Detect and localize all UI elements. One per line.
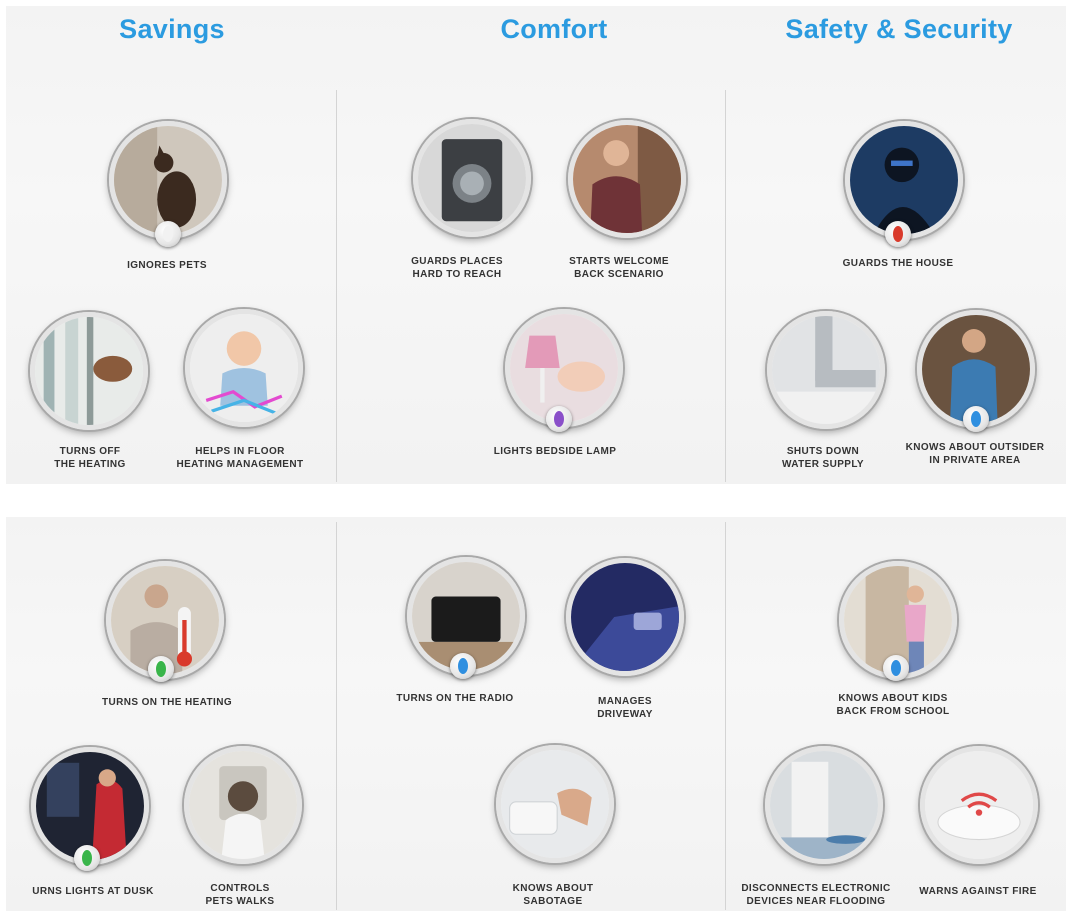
caption-bedside-lamp: LIGHTS BEDSIDE LAMP <box>493 446 617 457</box>
caption-water-supply: SHUTS DOWN WATER SUPPLY <box>781 446 865 470</box>
caption-driveway: MANAGES DRIVEWAY <box>597 696 653 720</box>
caption-lights-dusk: URNS LIGHTS AT DUSK <box>32 886 154 897</box>
divider <box>725 522 726 910</box>
caption-guards-house: GUARDS THE HOUSE <box>842 258 954 269</box>
water-pipe-photo <box>767 311 885 429</box>
motion-sensor-icon <box>155 221 181 247</box>
caption-pets-walks: CONTROLS PETS WALKS <box>205 883 275 907</box>
caption-outsider: KNOWS ABOUT OUTSIDER IN PRIVATE AREA <box>905 442 1045 466</box>
caption-ignores-pets: IGNORES PETS <box>127 260 207 271</box>
heading-savings: Savings <box>119 14 225 44</box>
sabotage-hand-photo <box>496 745 614 863</box>
cat-door-photo <box>184 746 302 864</box>
fire-detector-photo <box>920 746 1038 864</box>
driveway-garage-photo <box>566 558 684 676</box>
burglar-photo <box>845 121 963 239</box>
caption-flooding: DISCONNECTS ELECTRONIC DEVICES NEAR FLOOD… <box>741 883 891 907</box>
caption-fire: WARNS AGAINST FIRE <box>919 886 1037 897</box>
caption-welcome-back: STARTS WELCOME BACK SCENARIO <box>569 256 669 280</box>
flood-sensor-photo <box>765 746 883 864</box>
motion-sensor-icon <box>885 221 911 247</box>
divider <box>336 522 337 910</box>
motion-sensor-icon <box>546 406 572 432</box>
divider <box>725 90 726 482</box>
caption-radio: TURNS ON THE RADIO <box>396 693 514 704</box>
man-door-photo <box>568 120 686 238</box>
caption-turns-on-heating: TURNS ON THE HEATING <box>101 697 233 708</box>
window-hand-photo <box>30 312 148 430</box>
caption-sabotage: KNOWS ABOUT SABOTAGE <box>512 883 594 907</box>
divider <box>336 90 337 482</box>
caption-floor-heating: HELPS IN FLOOR HEATING MANAGEMENT <box>176 446 304 470</box>
motion-sensor-icon <box>148 656 174 682</box>
caption-guards-places: GUARDS PLACES HARD TO REACH <box>411 256 503 280</box>
caption-turns-off-heating: TURNS OFF THE HEATING <box>54 446 126 470</box>
heading-safety: Safety & Security <box>785 14 1013 44</box>
motion-sensor-icon <box>963 406 989 432</box>
motion-sensor-icon <box>883 655 909 681</box>
washing-machine-photo <box>413 119 531 237</box>
motion-sensor-icon <box>450 653 476 679</box>
caption-kids-school: KNOWS ABOUT KIDS BACK FROM SCHOOL <box>836 693 950 717</box>
motion-sensor-icon <box>74 845 100 871</box>
heading-comfort: Comfort <box>500 14 608 44</box>
baby-photo <box>185 309 303 427</box>
